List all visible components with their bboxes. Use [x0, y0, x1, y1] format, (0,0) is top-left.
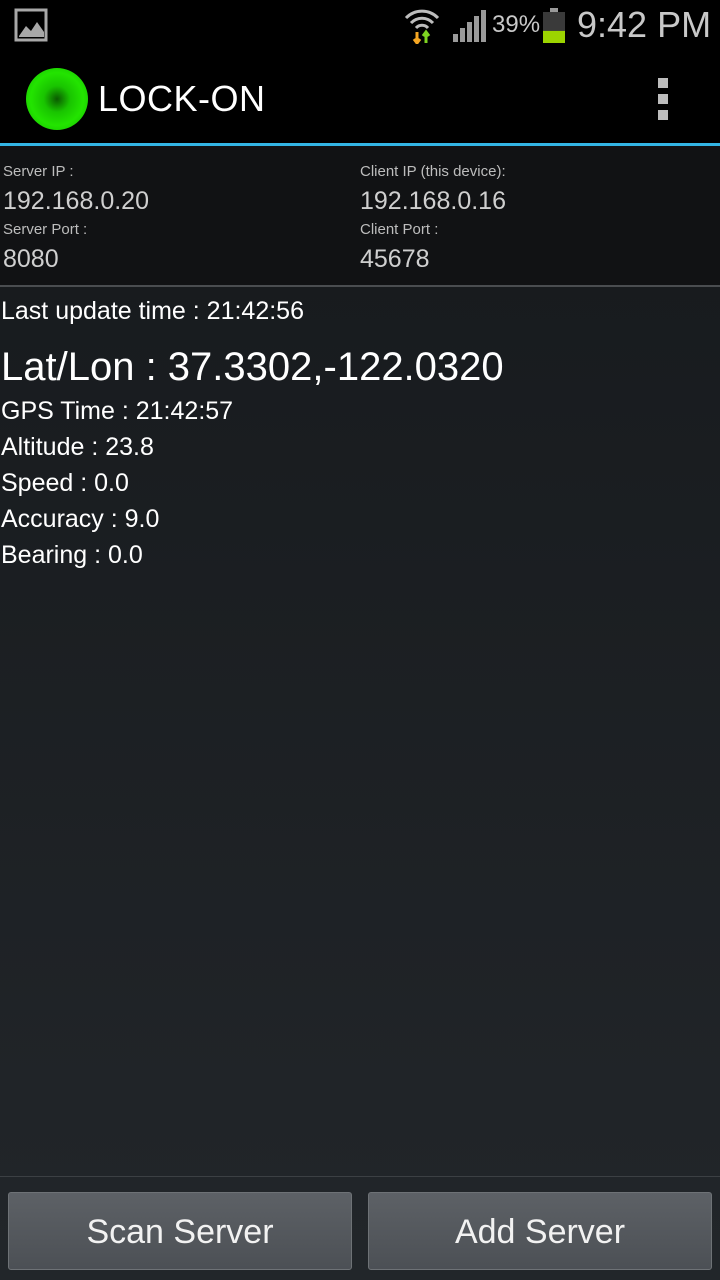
server-ip-value: 192.168.0.20 [3, 187, 149, 215]
status-bar: 39% 9:42 PM [0, 0, 720, 50]
client-port-value: 45678 [360, 245, 430, 273]
add-server-button[interactable]: Add Server [368, 1192, 712, 1270]
bearing: Bearing : 0.0 [1, 541, 143, 569]
server-ip-label: Server IP : [3, 163, 74, 180]
green-status-light-icon [26, 68, 88, 130]
last-update-time: Last update time : 21:42:56 [1, 297, 304, 325]
battery-icon [543, 8, 565, 43]
client-ip-label: Client IP (this device): [360, 163, 506, 180]
lat-lon: Lat/Lon : 37.3302,-122.0320 [1, 345, 504, 389]
client-ip-value: 192.168.0.16 [360, 187, 506, 215]
accuracy: Accuracy : 9.0 [1, 505, 160, 533]
signal-icon [453, 10, 486, 42]
status-clock: 9:42 PM [577, 4, 712, 45]
app-title: LOCK-ON [98, 78, 266, 119]
action-bar: LOCK-ON [0, 50, 720, 146]
wifi-icon [404, 9, 440, 44]
connection-panel: Server IP : 192.168.0.20 Server Port : 8… [0, 146, 720, 287]
image-icon [14, 8, 48, 42]
client-port-label: Client Port : [360, 221, 439, 238]
overflow-menu-icon[interactable] [650, 76, 676, 122]
button-bar-divider [0, 1176, 720, 1177]
gps-time: GPS Time : 21:42:57 [1, 397, 234, 425]
speed: Speed : 0.0 [1, 469, 129, 497]
scan-server-button[interactable]: Scan Server [8, 1192, 352, 1270]
altitude: Altitude : 23.8 [1, 433, 154, 461]
server-port-label: Server Port : [3, 221, 88, 238]
server-port-value: 8080 [3, 245, 59, 273]
battery-percent: 39% [492, 11, 541, 38]
